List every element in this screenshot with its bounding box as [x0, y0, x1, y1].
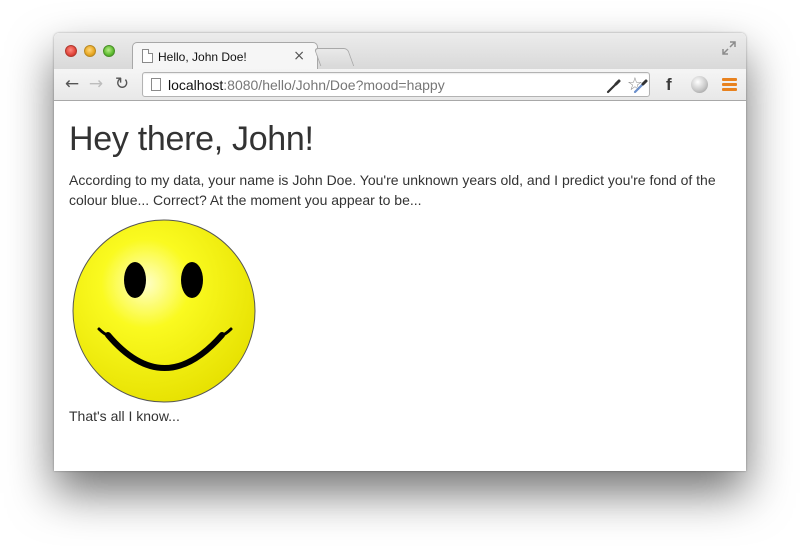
page-heading: Hey there, John! — [69, 120, 314, 158]
intro-paragraph: According to my data, your name is John … — [69, 172, 716, 208]
tab-strip: Hello, John Doe! × — [54, 33, 746, 70]
smiley-face-image — [72, 219, 256, 403]
close-window-button[interactable] — [65, 45, 77, 57]
address-bar[interactable]: localhost:8080/hello/John/Doe?mood=happy… — [142, 72, 650, 97]
back-arrow-icon[interactable]: ← — [62, 74, 82, 94]
url-path: :8080/hello/John/Doe?mood=happy — [223, 77, 445, 93]
url-text[interactable]: localhost:8080/hello/John/Doe?mood=happy — [168, 77, 445, 93]
page-icon — [142, 49, 153, 63]
closing-text: That's all I know... — [69, 408, 180, 424]
menu-icon[interactable] — [722, 78, 737, 93]
facebook-icon[interactable]: f — [666, 75, 672, 95]
reload-icon[interactable]: ↻ — [112, 74, 132, 94]
tab-close-icon[interactable]: × — [293, 48, 305, 64]
fullscreen-icon[interactable] — [722, 41, 736, 55]
minimize-window-button[interactable] — [84, 45, 96, 57]
browser-window: Hello, John Doe! × ← → ↻ localhost:8080/… — [54, 33, 746, 471]
page-content: Hey there, John! According to my data, y… — [54, 102, 746, 471]
new-tab-button[interactable] — [313, 48, 355, 66]
toolbar: ← → ↻ localhost:8080/hello/John/Doe?mood… — [54, 69, 746, 101]
tab-active[interactable]: Hello, John Doe! × — [132, 42, 318, 70]
zoom-window-button[interactable] — [103, 45, 115, 57]
page-icon — [151, 78, 161, 91]
globe-icon[interactable] — [691, 76, 708, 93]
url-host: localhost — [168, 77, 224, 93]
forward-arrow-icon[interactable]: → — [86, 74, 106, 94]
eyedropper-icon[interactable] — [631, 75, 651, 95]
tab-title: Hello, John Doe! — [158, 50, 247, 64]
eyedropper-icon[interactable] — [604, 75, 624, 95]
